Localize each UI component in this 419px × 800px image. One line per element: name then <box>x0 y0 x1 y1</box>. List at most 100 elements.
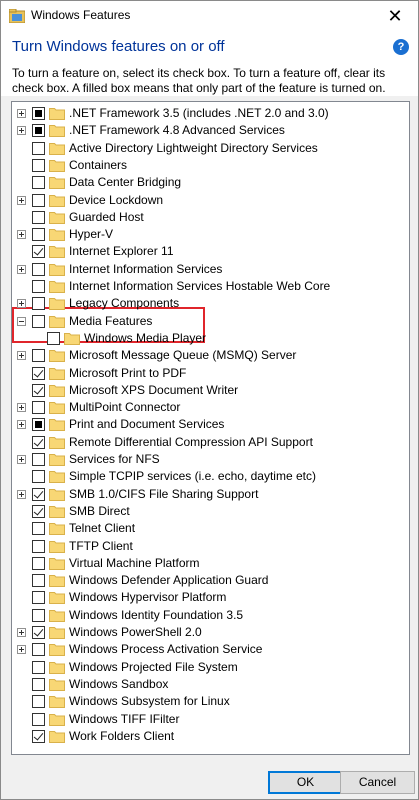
expand-icon[interactable] <box>17 126 26 136</box>
feature-checkbox[interactable] <box>32 470 45 484</box>
feature-checkbox[interactable] <box>32 453 45 466</box>
expand-icon[interactable] <box>17 628 26 637</box>
feature-checkbox[interactable] <box>32 522 45 536</box>
feature-checkbox[interactable] <box>32 626 45 639</box>
expand-icon[interactable] <box>17 351 26 361</box>
feature-row[interactable]: Microsoft Print to PDF <box>12 365 409 382</box>
feature-checkbox[interactable] <box>32 677 45 691</box>
feature-checkbox[interactable] <box>32 608 45 622</box>
title-bar[interactable]: Windows Features ✕ <box>1 1 418 31</box>
feature-row[interactable]: Remote Differential Compression API Supp… <box>12 434 409 451</box>
feature-checkbox[interactable] <box>32 556 45 570</box>
feature-row[interactable]: Windows Process Activation Service <box>12 641 409 658</box>
expand-icon[interactable] <box>17 455 26 464</box>
feature-row[interactable]: Data Center Bridging <box>12 174 409 191</box>
feature-row[interactable]: SMB 1.0/CIFS File Sharing Support <box>12 486 409 503</box>
feature-row[interactable]: Device Lockdown <box>12 192 409 209</box>
close-button[interactable]: ✕ <box>372 1 418 31</box>
feature-checkbox[interactable] <box>32 435 45 449</box>
feature-checkbox[interactable] <box>32 228 45 242</box>
feature-row[interactable]: Legacy Components <box>12 295 409 312</box>
feature-row[interactable]: TFTP Client <box>12 538 409 555</box>
feature-checkbox[interactable] <box>32 193 45 207</box>
feature-row[interactable]: Work Folders Client <box>12 728 409 745</box>
feature-row[interactable]: Windows Identity Foundation 3.5 <box>12 607 409 624</box>
feature-checkbox[interactable] <box>32 124 45 138</box>
feature-checkbox[interactable] <box>32 210 45 224</box>
feature-row[interactable]: Windows Media Player <box>12 330 409 347</box>
expand-icon[interactable] <box>17 109 26 118</box>
feature-row[interactable]: Internet Explorer 11 <box>12 243 409 260</box>
feature-label: .NET Framework 3.5 (includes .NET 2.0 an… <box>69 106 329 120</box>
feature-checkbox[interactable] <box>32 366 45 380</box>
feature-row[interactable]: Guarded Host <box>12 209 409 226</box>
feature-checkbox[interactable] <box>32 712 45 726</box>
feature-row[interactable]: Windows Projected File System <box>12 659 409 676</box>
feature-checkbox[interactable] <box>32 660 45 674</box>
feature-row[interactable]: Containers <box>12 157 409 174</box>
feature-row[interactable]: MultiPoint Connector <box>12 399 409 416</box>
feature-row[interactable]: Media Features <box>12 313 409 330</box>
expand-icon[interactable] <box>17 264 26 274</box>
expand-icon[interactable] <box>17 195 26 205</box>
feature-checkbox[interactable] <box>32 297 45 311</box>
feature-row[interactable]: Active Directory Lightweight Directory S… <box>12 140 409 157</box>
feature-checkbox[interactable] <box>32 383 45 397</box>
folder-icon <box>49 350 65 363</box>
feature-checkbox[interactable] <box>32 695 45 709</box>
feature-row[interactable]: Internet Information Services Hostable W… <box>12 278 409 295</box>
feature-row[interactable]: Windows Subsystem for Linux <box>12 693 409 710</box>
feature-row[interactable]: Microsoft Message Queue (MSMQ) Server <box>12 347 409 364</box>
feature-row[interactable]: .NET Framework 4.8 Advanced Services <box>12 122 409 139</box>
expand-icon[interactable] <box>17 645 26 655</box>
expand-icon[interactable] <box>17 403 26 413</box>
feature-checkbox[interactable] <box>32 176 45 190</box>
feature-checkbox[interactable] <box>32 349 45 363</box>
feature-row[interactable]: Microsoft XPS Document Writer <box>12 382 409 399</box>
feature-checkbox[interactable] <box>32 504 45 518</box>
feature-row[interactable]: Print and Document Services <box>12 416 409 433</box>
feature-checkbox[interactable] <box>32 574 45 588</box>
feature-row[interactable]: Services for NFS <box>12 451 409 468</box>
feature-row[interactable]: Telnet Client <box>12 520 409 537</box>
expand-icon[interactable] <box>17 299 26 309</box>
feature-checkbox[interactable] <box>32 314 45 328</box>
folder-icon <box>49 557 65 570</box>
feature-row[interactable]: Windows Defender Application Guard <box>12 572 409 589</box>
feature-checkbox[interactable] <box>32 280 45 293</box>
feature-checkbox[interactable] <box>32 591 45 605</box>
feature-checkbox[interactable] <box>32 141 45 155</box>
feature-checkbox[interactable] <box>32 107 45 120</box>
features-tree[interactable]: .NET Framework 3.5 (includes .NET 2.0 an… <box>11 101 410 755</box>
collapse-icon[interactable] <box>17 316 26 326</box>
feature-checkbox[interactable] <box>47 331 60 345</box>
feature-checkbox[interactable] <box>32 158 45 172</box>
ok-button[interactable]: OK <box>268 771 343 794</box>
feature-row[interactable]: Simple TCPIP services (i.e. echo, daytim… <box>12 468 409 485</box>
feature-checkbox[interactable] <box>32 643 45 657</box>
feature-checkbox[interactable] <box>32 487 45 501</box>
feature-checkbox[interactable] <box>32 418 45 432</box>
cancel-button[interactable]: Cancel <box>340 771 415 794</box>
expand-icon[interactable] <box>17 489 26 499</box>
feature-checkbox[interactable] <box>32 539 45 553</box>
folder-icon <box>49 142 65 155</box>
feature-row[interactable]: Hyper-V <box>12 226 409 243</box>
feature-row[interactable]: Windows TIFF IFilter <box>12 711 409 728</box>
expand-icon[interactable] <box>17 420 26 430</box>
feature-row[interactable]: Internet Information Services <box>12 261 409 278</box>
feature-checkbox[interactable] <box>32 729 45 743</box>
expand-icon[interactable] <box>17 230 26 240</box>
feature-checkbox[interactable] <box>32 262 45 276</box>
feature-row[interactable]: Windows Sandbox <box>12 676 409 693</box>
feature-row[interactable]: SMB Direct <box>12 503 409 520</box>
feature-row[interactable]: Windows PowerShell 2.0 <box>12 624 409 641</box>
folder-icon <box>49 696 65 709</box>
feature-checkbox[interactable] <box>32 401 45 415</box>
feature-row[interactable]: Windows Hypervisor Platform <box>12 589 409 606</box>
close-icon: ✕ <box>387 5 403 27</box>
feature-checkbox[interactable] <box>32 245 45 259</box>
feature-row[interactable]: Virtual Machine Platform <box>12 555 409 572</box>
help-icon[interactable]: ? <box>393 39 409 55</box>
feature-row[interactable]: .NET Framework 3.5 (includes .NET 2.0 an… <box>12 105 409 122</box>
